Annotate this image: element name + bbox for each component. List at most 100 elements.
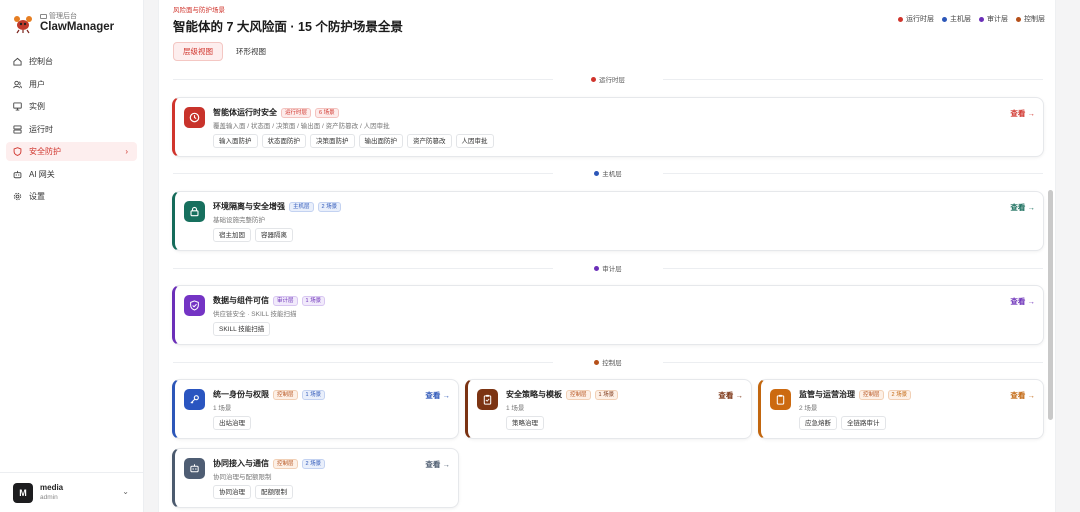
sidebar-item-ai-gateway[interactable]: AI 网关 [6, 165, 137, 184]
scene-chip[interactable]: 出站治理 [213, 416, 251, 430]
legend-item: 审计层 [979, 14, 1008, 24]
brand[interactable]: 管理后台 ClawManager [12, 12, 114, 34]
scene-chip[interactable]: 协同治理 [213, 485, 251, 499]
scene-chip[interactable]: 输入面防护 [213, 134, 258, 148]
card-description: 1 场景 [213, 405, 232, 412]
sidebar-item-label: 设置 [29, 192, 45, 201]
scene-count-badge: 1 场景 [301, 295, 326, 306]
separator-dot [594, 170, 600, 176]
sidebar: 管理后台 ClawManager 控制台 用户 实例 运行时 安全防护 › AI… [0, 0, 144, 512]
card-description: 1 场景 [506, 405, 525, 412]
user-menu[interactable]: M media admin ⌄ [0, 472, 143, 512]
scene-count-badge: 2 场景 [317, 201, 342, 212]
chevron-down-icon[interactable]: ⌄ [122, 487, 129, 496]
card-title: 智能体运行时安全 [213, 108, 277, 117]
key-icon [184, 389, 205, 410]
scene-chip[interactable]: 配额限制 [255, 485, 293, 499]
card-description: 基础设施完整防护 [213, 217, 265, 224]
card-title: 监管与运营治理 [799, 390, 855, 399]
view-link[interactable]: 查看 → [718, 390, 743, 401]
card-title: 数据与组件可信 [213, 296, 269, 305]
legend-label: 运行时层 [906, 16, 934, 23]
scene-chip[interactable]: SKILL 技能扫描 [213, 322, 271, 336]
view-link[interactable]: 查看 → [1010, 202, 1035, 213]
card-description: 覆盖输入面 / 状态面 / 决策面 / 输出面 / 资产防篡改 / 人因审批 [213, 123, 390, 130]
sidebar-item-security[interactable]: 安全防护 › [6, 142, 137, 161]
page-title: 智能体的 7 大风险面 · 15 个防护场景全景 [173, 20, 403, 34]
separator-label: 运行时层 [599, 77, 625, 84]
user-role: admin [40, 494, 58, 501]
layer-badge: 控制层 [273, 389, 298, 400]
sidebar-item-label: 实例 [29, 102, 45, 111]
scene-chip[interactable]: 容器隔离 [255, 228, 293, 242]
scene-chip[interactable]: 资产防篡改 [407, 134, 452, 148]
legend-label: 控制层 [1024, 16, 1045, 23]
sidebar-item-label: AI 网关 [29, 169, 55, 179]
risk-card-policy[interactable]: 安全策略与模板 控制层 1 场景 1 场景 策略治理 查看 → [465, 379, 752, 439]
sidebar-item-settings[interactable]: 设置 [6, 187, 137, 206]
monitor-icon [13, 102, 22, 111]
layer-badge: 控制层 [566, 389, 591, 400]
scene-chip[interactable]: 状态面防护 [261, 134, 306, 148]
view-link[interactable]: 查看 → [1010, 296, 1035, 307]
home-icon [13, 57, 22, 66]
layer-separator-runtime: 运行时层 [173, 74, 1043, 84]
risk-card-collaboration[interactable]: 协同接入与通信 控制层 2 场景 协同治理与配额限制 协同治理 配额限制 查看 → [172, 448, 459, 508]
risk-card-governance[interactable]: 监管与运营治理 控制层 2 场景 2 场景 应急熔断 全链路审计 查看 → [758, 379, 1044, 439]
layer-badge: 控制层 [859, 389, 884, 400]
separator-label: 审计层 [602, 266, 622, 273]
layer-separator-audit: 审计层 [173, 263, 1043, 273]
separator-dot [591, 76, 596, 82]
separator-dot [594, 359, 600, 365]
brand-subtitle: 管理后台 [49, 13, 77, 20]
view-link[interactable]: 查看 → [1010, 108, 1035, 119]
risk-card-runtime[interactable]: 智能体运行时安全 运行时层 6 场景 覆盖输入面 / 状态面 / 决策面 / 输出面… [172, 97, 1044, 157]
card-title: 安全策略与模板 [506, 390, 562, 399]
scene-count-badge: 2 场景 [887, 389, 912, 400]
tab-ring-view[interactable]: 环形视图 [227, 42, 275, 61]
sidebar-item-instances[interactable]: 实例 [6, 97, 137, 116]
card-title: 协同接入与通信 [213, 459, 269, 468]
clipboard-icon [477, 389, 498, 410]
sidebar-item-label: 安全防护 [29, 147, 61, 156]
scrollbar[interactable] [1048, 190, 1053, 420]
tab-layer-view[interactable]: 层级视图 [173, 42, 223, 61]
lock-icon [184, 201, 205, 222]
scene-count-badge: 6 场景 [315, 107, 339, 118]
gear-icon [13, 192, 22, 201]
robot-icon [184, 458, 205, 479]
avatar: M [13, 482, 33, 503]
page-eyebrow: 风险面与防护场景 [173, 7, 225, 14]
sidebar-item-label: 运行时 [29, 124, 53, 134]
users-icon [13, 80, 22, 89]
view-link[interactable]: 查看 → [1010, 390, 1035, 401]
sidebar-item-users[interactable]: 用户 [6, 75, 137, 94]
risk-card-host[interactable]: 环境隔离与安全增强 主机层 2 场景 基础设施完整防护 宿主加固 容器隔离 查看 → [172, 191, 1044, 251]
view-link[interactable]: 查看 → [425, 390, 450, 401]
layer-badge: 主机层 [289, 201, 314, 212]
card-description: 供应链安全 · SKILL 技能扫描 [213, 311, 297, 318]
scene-chip[interactable]: 策略治理 [506, 416, 544, 430]
clock-icon [184, 107, 205, 128]
scene-chip[interactable]: 应急熔断 [799, 416, 837, 430]
view-link[interactable]: 查看 → [425, 459, 450, 470]
scene-chip[interactable]: 宿主加固 [213, 228, 251, 242]
scene-chip[interactable]: 人因审批 [455, 134, 494, 148]
risk-card-audit[interactable]: 数据与组件可信 审计层 1 场景 供应链安全 · SKILL 技能扫描 SKILL … [172, 285, 1044, 345]
scene-chip[interactable]: 决策面防护 [310, 134, 355, 148]
lobster-logo-icon [12, 12, 34, 34]
sidebar-item-dashboard[interactable]: 控制台 [6, 52, 137, 71]
layer-separator-host: 主机层 [173, 168, 1043, 178]
layer-legend: 运行时层 主机层 审计层 控制层 [890, 14, 1045, 24]
view-tabs: 层级视图 环形视图 [173, 42, 279, 61]
risk-card-identity[interactable]: 统一身份与权限 控制层 1 场景 1 场景 出站治理 查看 → [172, 379, 459, 439]
sidebar-nav: 控制台 用户 实例 运行时 安全防护 › AI 网关 设置 [6, 52, 137, 210]
layer-badge: 审计层 [273, 295, 298, 306]
legend-item: 控制层 [1016, 14, 1045, 24]
card-description: 2 场景 [799, 405, 818, 412]
robot-icon [13, 170, 22, 179]
sidebar-item-runtime[interactable]: 运行时 [6, 120, 137, 139]
scene-chip[interactable]: 全链路审计 [841, 416, 886, 430]
scene-chip[interactable]: 输出面防护 [358, 134, 403, 148]
sidebar-item-label: 控制台 [29, 57, 53, 66]
